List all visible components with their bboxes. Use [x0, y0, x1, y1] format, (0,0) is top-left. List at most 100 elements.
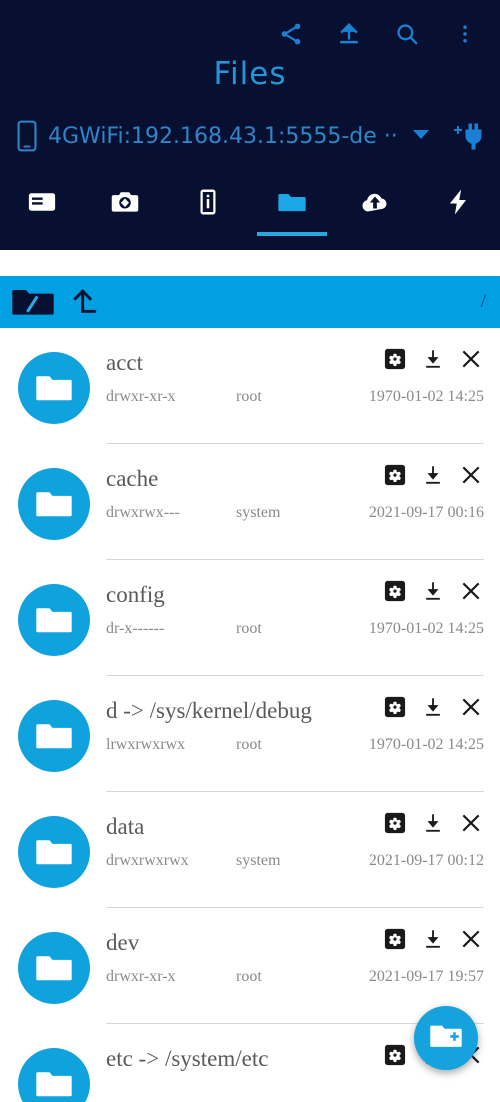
delete-icon[interactable]	[460, 812, 482, 834]
folder-avatar[interactable]	[18, 700, 90, 772]
file-modified: 2021-09-17 19:57	[368, 968, 484, 985]
delete-icon[interactable]	[460, 580, 482, 602]
row-header: acct	[106, 342, 484, 376]
row-body: cache drwxrwx--- system 2021-09-17 00:16	[106, 458, 484, 560]
lightning-bolt-icon	[443, 186, 473, 223]
download-icon[interactable]	[422, 464, 444, 486]
folder-avatar[interactable]	[18, 932, 90, 1004]
download-icon[interactable]	[422, 696, 444, 718]
folder-avatar[interactable]	[18, 584, 90, 656]
properties-icon[interactable]	[384, 1044, 406, 1066]
new-folder-button[interactable]	[414, 1006, 478, 1070]
search-icon[interactable]	[390, 17, 424, 51]
file-modified: 1970-01-02 14:25	[368, 388, 484, 405]
delete-icon[interactable]	[460, 464, 482, 486]
row-action-group	[384, 696, 484, 718]
file-permissions: drwxrwx---	[106, 504, 180, 521]
add-plug-icon[interactable]	[446, 121, 486, 151]
download-icon[interactable]	[422, 812, 444, 834]
file-owner: root	[236, 968, 262, 985]
table-row[interactable]: data drwxrwxrwx system 2021-09-17 00:12	[0, 792, 500, 908]
file-permissions: drwxr-xr-x	[106, 968, 176, 985]
download-icon[interactable]	[422, 928, 444, 950]
folder-avatar[interactable]	[18, 468, 90, 540]
table-row[interactable]: d -> /sys/kernel/debug lrwxrwxrwx root 1…	[0, 676, 500, 792]
upload-icon[interactable]	[332, 17, 366, 51]
file-name: acct	[106, 350, 144, 375]
row-body: d -> /sys/kernel/debug lrwxrwxrwx root 1…	[106, 690, 484, 792]
file-modified: 1970-01-02 14:25	[368, 620, 484, 637]
file-name: etc -> /system/etc	[106, 1046, 269, 1071]
tab-bar	[0, 172, 500, 236]
tab-logs[interactable]	[0, 172, 83, 236]
delete-icon[interactable]	[460, 348, 482, 370]
tab-actions[interactable]	[417, 172, 500, 236]
properties-icon[interactable]	[384, 696, 406, 718]
file-permissions: lrwxrwxrwx	[106, 736, 186, 753]
tab-underline	[256, 232, 327, 236]
row-action-group	[384, 464, 484, 486]
chevron-down-icon[interactable]	[406, 127, 436, 146]
share-icon[interactable]	[274, 17, 308, 51]
properties-icon[interactable]	[384, 580, 406, 602]
phone-info-icon	[193, 187, 223, 222]
properties-icon[interactable]	[384, 812, 406, 834]
file-permissions: drwxr-xr-x	[106, 388, 176, 405]
table-row[interactable]: cache drwxrwx--- system 2021-09-17 00:16	[0, 444, 500, 560]
folder-avatar[interactable]	[18, 1048, 90, 1102]
row-meta: drwxrwx--- system 2021-09-17 00:16	[106, 504, 484, 522]
file-name: config	[106, 582, 165, 607]
device-selector[interactable]: 4GWiFi:192.168.43.1:5555-de ··	[0, 110, 500, 162]
file-owner: system	[236, 852, 281, 869]
file-permissions: dr-x------	[106, 620, 165, 637]
file-name: data	[106, 814, 145, 839]
folder-plus-icon	[430, 1022, 462, 1055]
file-owner: root	[236, 620, 262, 637]
row-action-group	[384, 580, 484, 602]
row-header: config	[106, 574, 484, 608]
overflow-menu-icon[interactable]	[448, 17, 482, 51]
row-meta: drwxr-xr-x root 1970-01-02 14:25	[106, 388, 484, 406]
file-permissions: drwxrwxrwx	[106, 852, 189, 869]
row-meta: dr-x------ root 1970-01-02 14:25	[106, 620, 484, 638]
current-path-label: /	[480, 291, 486, 312]
row-header: data	[106, 806, 484, 840]
properties-icon[interactable]	[384, 928, 406, 950]
row-action-group	[384, 928, 484, 950]
tab-upload[interactable]	[333, 172, 416, 236]
file-name: cache	[106, 466, 159, 491]
download-icon[interactable]	[422, 348, 444, 370]
row-meta: drwxrwxrwx system 2021-09-17 00:12	[106, 852, 484, 870]
row-header: d -> /sys/kernel/debug	[106, 690, 484, 724]
table-row[interactable]: dev drwxr-xr-x root 2021-09-17 19:57	[0, 908, 500, 1024]
file-name: dev	[106, 930, 140, 955]
phone-icon	[16, 120, 38, 152]
table-row[interactable]: acct drwxr-xr-x root 1970-01-02 14:25	[0, 328, 500, 444]
delete-icon[interactable]	[460, 928, 482, 950]
folder-avatar[interactable]	[18, 816, 90, 888]
properties-icon[interactable]	[384, 348, 406, 370]
file-owner: system	[236, 504, 281, 521]
arrow-up-icon[interactable]	[68, 286, 100, 318]
download-icon[interactable]	[422, 580, 444, 602]
files-screen: Files 4GWiFi:192.168.43.1:5555-de ·· / a…	[0, 0, 500, 1102]
header-list-gap	[0, 250, 500, 276]
folder-root-icon[interactable]	[12, 285, 54, 319]
delete-icon[interactable]	[460, 696, 482, 718]
table-row[interactable]: config dr-x------ root 1970-01-02 14:25	[0, 560, 500, 676]
folder-avatar[interactable]	[18, 352, 90, 424]
properties-icon[interactable]	[384, 464, 406, 486]
tab-screenshot[interactable]	[83, 172, 166, 236]
row-body: dev drwxr-xr-x root 2021-09-17 19:57	[106, 922, 484, 1024]
tab-device-info[interactable]	[167, 172, 250, 236]
camera-icon	[110, 187, 140, 222]
row-header: dev	[106, 922, 484, 956]
device-name-label: 4GWiFi:192.168.43.1:5555-de ··	[48, 123, 396, 149]
row-action-group	[384, 348, 484, 370]
tab-files[interactable]	[250, 172, 333, 236]
file-owner: root	[236, 736, 262, 753]
file-modified: 2021-09-17 00:12	[368, 852, 484, 869]
header-action-bar	[0, 0, 500, 52]
app-header: Files 4GWiFi:192.168.43.1:5555-de ··	[0, 0, 500, 250]
cloud-upload-icon	[359, 187, 391, 222]
